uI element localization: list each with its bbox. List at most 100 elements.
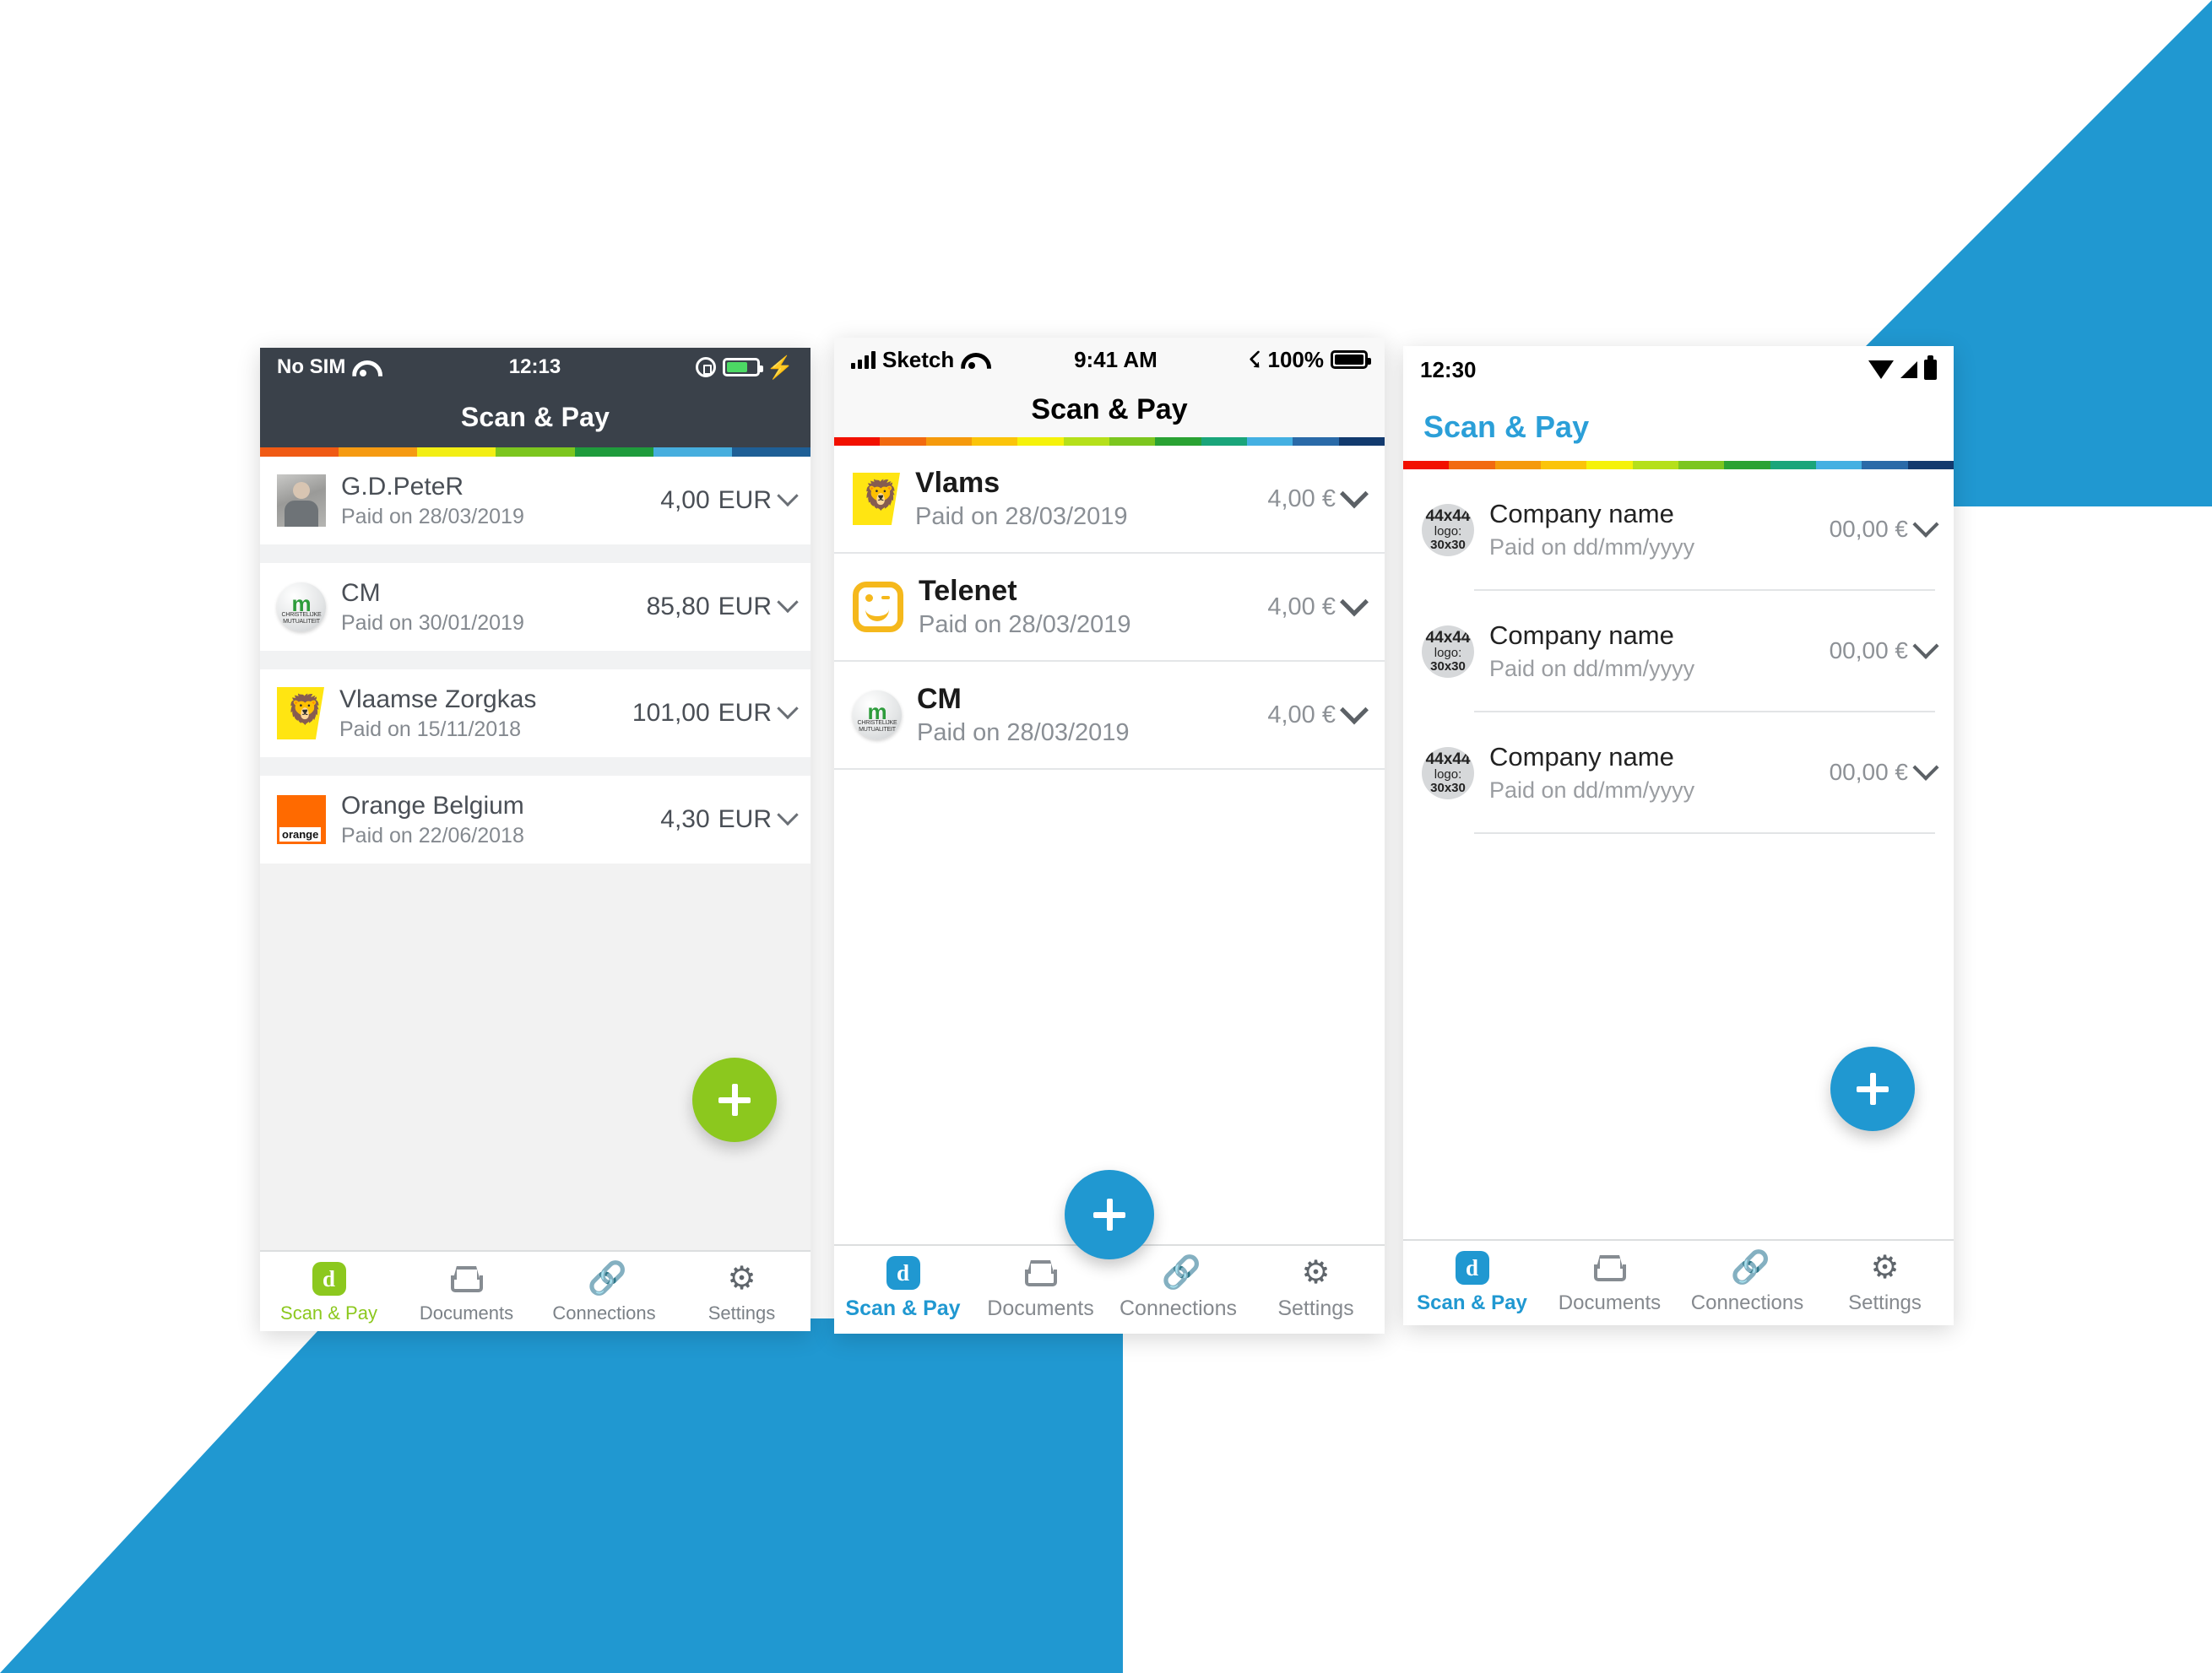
- table-row[interactable]: 🦁 Vlaamse Zorgkas Paid on 15/11/2018 101…: [260, 669, 811, 757]
- documents-icon: [1024, 1256, 1058, 1290]
- rainbow-segment-5: [1063, 437, 1109, 446]
- add-payment-fab[interactable]: [1065, 1170, 1154, 1259]
- tab-scan-and-pay[interactable]: d Scan & Pay: [834, 1246, 972, 1321]
- tab-scan-and-pay[interactable]: d Scan & Pay: [1403, 1241, 1541, 1315]
- scan-and-pay-icon: d: [1455, 1251, 1489, 1285]
- table-row[interactable]: 44x44 logo: 30x30 Company name Paid on d…: [1403, 469, 1954, 591]
- company-name: Orange Belgium: [341, 791, 524, 820]
- phone3-status-bar: 12:30: [1403, 346, 1954, 393]
- phone3-payment-list[interactable]: 44x44 logo: 30x30 Company name Paid on d…: [1403, 469, 1954, 1239]
- rainbow-divider: [834, 437, 1385, 446]
- chevron-down-icon[interactable]: [777, 697, 799, 720]
- rainbow-segment-3: [1540, 461, 1587, 469]
- paid-date: Paid on 22/06/2018: [341, 823, 524, 847]
- amount: 85,80: [646, 593, 710, 620]
- documents-icon: [1593, 1251, 1627, 1285]
- tab-documents[interactable]: Documents: [972, 1246, 1109, 1321]
- rainbow-segment-1: [339, 447, 418, 457]
- plus-icon: [1093, 1199, 1125, 1231]
- avatar-placeholder: 44x44 logo: 30x30: [1422, 747, 1474, 799]
- avatar: 🦁: [277, 687, 324, 739]
- phone2-payment-list[interactable]: 🦁 Vlams Paid on 28/03/2019 4,00 € Telene…: [834, 446, 1385, 1244]
- table-row[interactable]: m CHRISTELIJKE MUTUALITEIT CM Paid on 30/0…: [260, 563, 811, 651]
- tab-settings[interactable]: ⚙ Settings: [1247, 1246, 1385, 1321]
- documents-icon: [450, 1262, 484, 1296]
- phone1-payment-list[interactable]: G.D.PeteR Paid on 28/03/2019 4,00 EUR mC…: [260, 457, 811, 1250]
- rainbow-divider: [1403, 461, 1954, 469]
- gear-icon: ⚙: [727, 1261, 756, 1297]
- gear-icon: ⚙: [1870, 1250, 1900, 1286]
- rainbow-segment-7: [1155, 437, 1201, 446]
- battery-icon: [1924, 355, 1937, 380]
- amount: 4,00 €: [1267, 701, 1336, 728]
- scan-and-pay-icon: d: [886, 1256, 920, 1290]
- tab-scan-and-pay[interactable]: d Scan & Pay: [260, 1252, 398, 1324]
- table-row[interactable]: 🦁 Vlams Paid on 28/03/2019 4,00 €: [834, 446, 1385, 554]
- rainbow-segment-11: [1907, 461, 1954, 469]
- tab-label: Settings: [708, 1302, 776, 1324]
- chevron-down-icon[interactable]: [1912, 511, 1939, 538]
- tab-label: Settings: [1848, 1291, 1922, 1314]
- tab-label: Settings: [1277, 1297, 1354, 1320]
- chevron-down-icon[interactable]: [1340, 587, 1369, 617]
- company-name: Telenet: [919, 575, 1017, 607]
- currency: EUR: [718, 699, 772, 727]
- phone3-top-block: 12:30 Scan & Pay: [1403, 346, 1954, 461]
- table-row[interactable]: m CHRISTELIJKE MUTUALITEIT CM Paid on 28/0…: [834, 662, 1385, 770]
- tab-label: Connections: [1690, 1291, 1804, 1314]
- tab-documents[interactable]: Documents: [398, 1252, 535, 1324]
- avatar-logo-size-label: 30x30: [1430, 659, 1466, 674]
- rainbow-segment-2: [417, 447, 496, 457]
- table-row[interactable]: orange Orange Belgium Paid on 22/06/2018…: [260, 776, 811, 864]
- chevron-down-icon[interactable]: [777, 591, 799, 614]
- tab-label: Documents: [419, 1302, 514, 1324]
- rainbow-segment-0: [260, 447, 339, 457]
- chevron-down-icon[interactable]: [777, 485, 799, 507]
- list-separator: [260, 651, 811, 669]
- link-icon: 🔗: [587, 1261, 627, 1297]
- table-row[interactable]: 44x44 logo: 30x30 Company name Paid on d…: [1403, 591, 1954, 712]
- paid-date: Paid on 28/03/2019: [341, 504, 524, 528]
- avatar: 🦁: [853, 473, 900, 525]
- chevron-down-icon[interactable]: [1912, 754, 1939, 781]
- table-row[interactable]: 44x44 logo: 30x30 Company name Paid on d…: [1403, 712, 1954, 834]
- tab-settings[interactable]: ⚙ Settings: [673, 1252, 811, 1324]
- tab-label: Documents: [1558, 1291, 1662, 1314]
- rainbow-segment-2: [925, 437, 972, 446]
- currency: EUR: [718, 486, 772, 514]
- tab-label: Connections: [552, 1302, 656, 1324]
- avatar: orange: [277, 795, 326, 844]
- phone1-status-bar: No SIM 12:13 ⚡: [260, 348, 811, 387]
- rotation-lock-icon: [695, 357, 716, 377]
- table-row[interactable]: G.D.PeteR Paid on 28/03/2019 4,00 EUR: [260, 457, 811, 544]
- chevron-down-icon[interactable]: [777, 804, 799, 826]
- wifi-icon: [961, 351, 983, 369]
- company-name: Company name: [1489, 498, 1674, 528]
- charging-bolt-icon: ⚡: [766, 355, 794, 380]
- link-icon: 🔗: [1161, 1255, 1201, 1291]
- paid-date: Paid on 28/03/2019: [915, 503, 1128, 530]
- add-payment-fab[interactable]: [692, 1058, 777, 1142]
- tab-connections[interactable]: 🔗 Connections: [1678, 1241, 1816, 1315]
- table-row[interactable]: Telenet Paid on 28/03/2019 4,00 €: [834, 554, 1385, 662]
- page-title: Scan & Pay: [460, 401, 610, 432]
- chevron-down-icon[interactable]: [1912, 632, 1939, 659]
- bluetooth-icon: ☇: [1248, 347, 1261, 372]
- phone3-tab-bar: d Scan & Pay Documents 🔗 Connections ⚙ S…: [1403, 1239, 1954, 1325]
- company-name: CM: [917, 683, 962, 715]
- amount: 4,00 €: [1267, 485, 1336, 512]
- wifi-icon: [352, 359, 374, 376]
- rainbow-segment-6: [1678, 461, 1725, 469]
- tab-documents[interactable]: Documents: [1541, 1241, 1678, 1315]
- clock-label: 9:41 AM: [1074, 346, 1158, 372]
- add-payment-fab[interactable]: [1830, 1047, 1915, 1131]
- tab-connections[interactable]: 🔗 Connections: [535, 1252, 673, 1324]
- tab-settings[interactable]: ⚙ Settings: [1816, 1241, 1954, 1315]
- company-name: G.D.PeteR: [341, 472, 464, 501]
- chevron-down-icon[interactable]: [1340, 696, 1369, 725]
- rainbow-segment-9: [1246, 437, 1293, 446]
- chevron-down-icon[interactable]: [1340, 479, 1369, 509]
- avatar-logo-label: logo:: [1434, 767, 1462, 782]
- amount: 4,00: [660, 486, 710, 514]
- tab-connections[interactable]: 🔗 Connections: [1109, 1246, 1247, 1321]
